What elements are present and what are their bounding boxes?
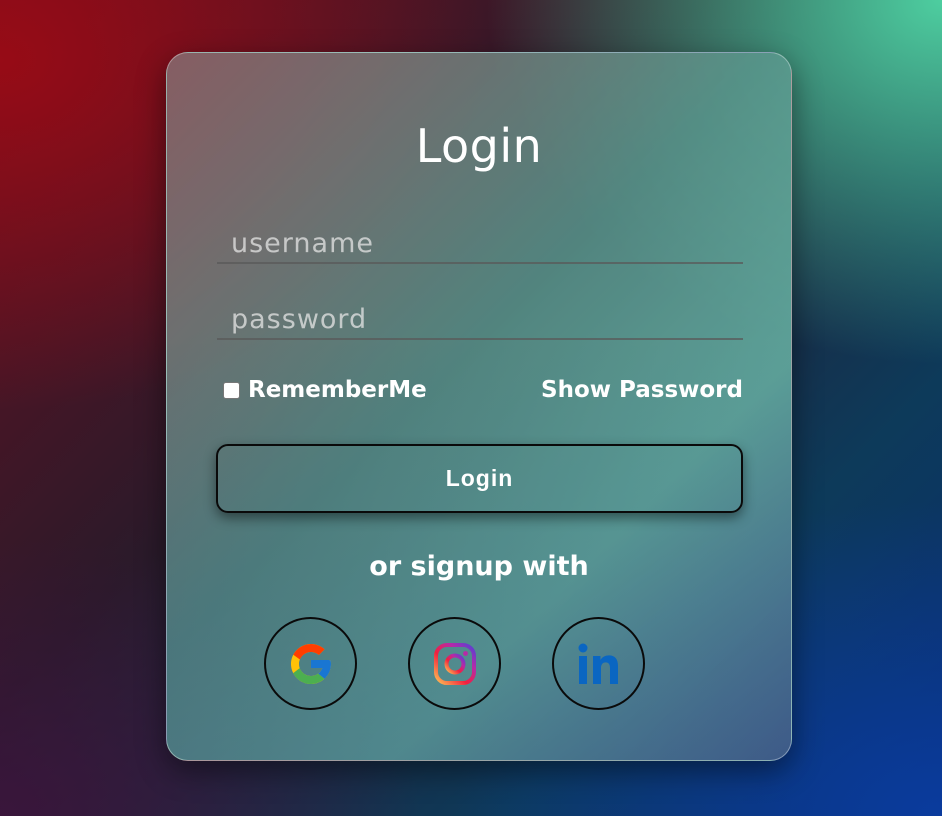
show-password-link[interactable]: Show Password [541,377,743,403]
remember-me[interactable]: RememberMe [223,377,427,403]
instagram-signup-button[interactable] [408,617,501,710]
remember-me-checkbox[interactable] [223,381,240,399]
google-icon [290,643,331,684]
username-input[interactable] [217,224,743,264]
login-card: Login RememberMe Show Password Login or … [166,52,792,761]
page-title: Login [415,119,543,173]
login-button[interactable]: Login [216,444,743,513]
linkedin-signup-button[interactable] [552,617,645,710]
password-input[interactable] [217,300,743,340]
linkedin-icon [578,643,618,684]
remember-me-label: RememberMe [248,377,427,403]
google-signup-button[interactable] [264,617,357,710]
instagram-icon [433,642,476,685]
signup-text: or signup with [369,551,589,582]
options-row: RememberMe Show Password [223,377,743,407]
